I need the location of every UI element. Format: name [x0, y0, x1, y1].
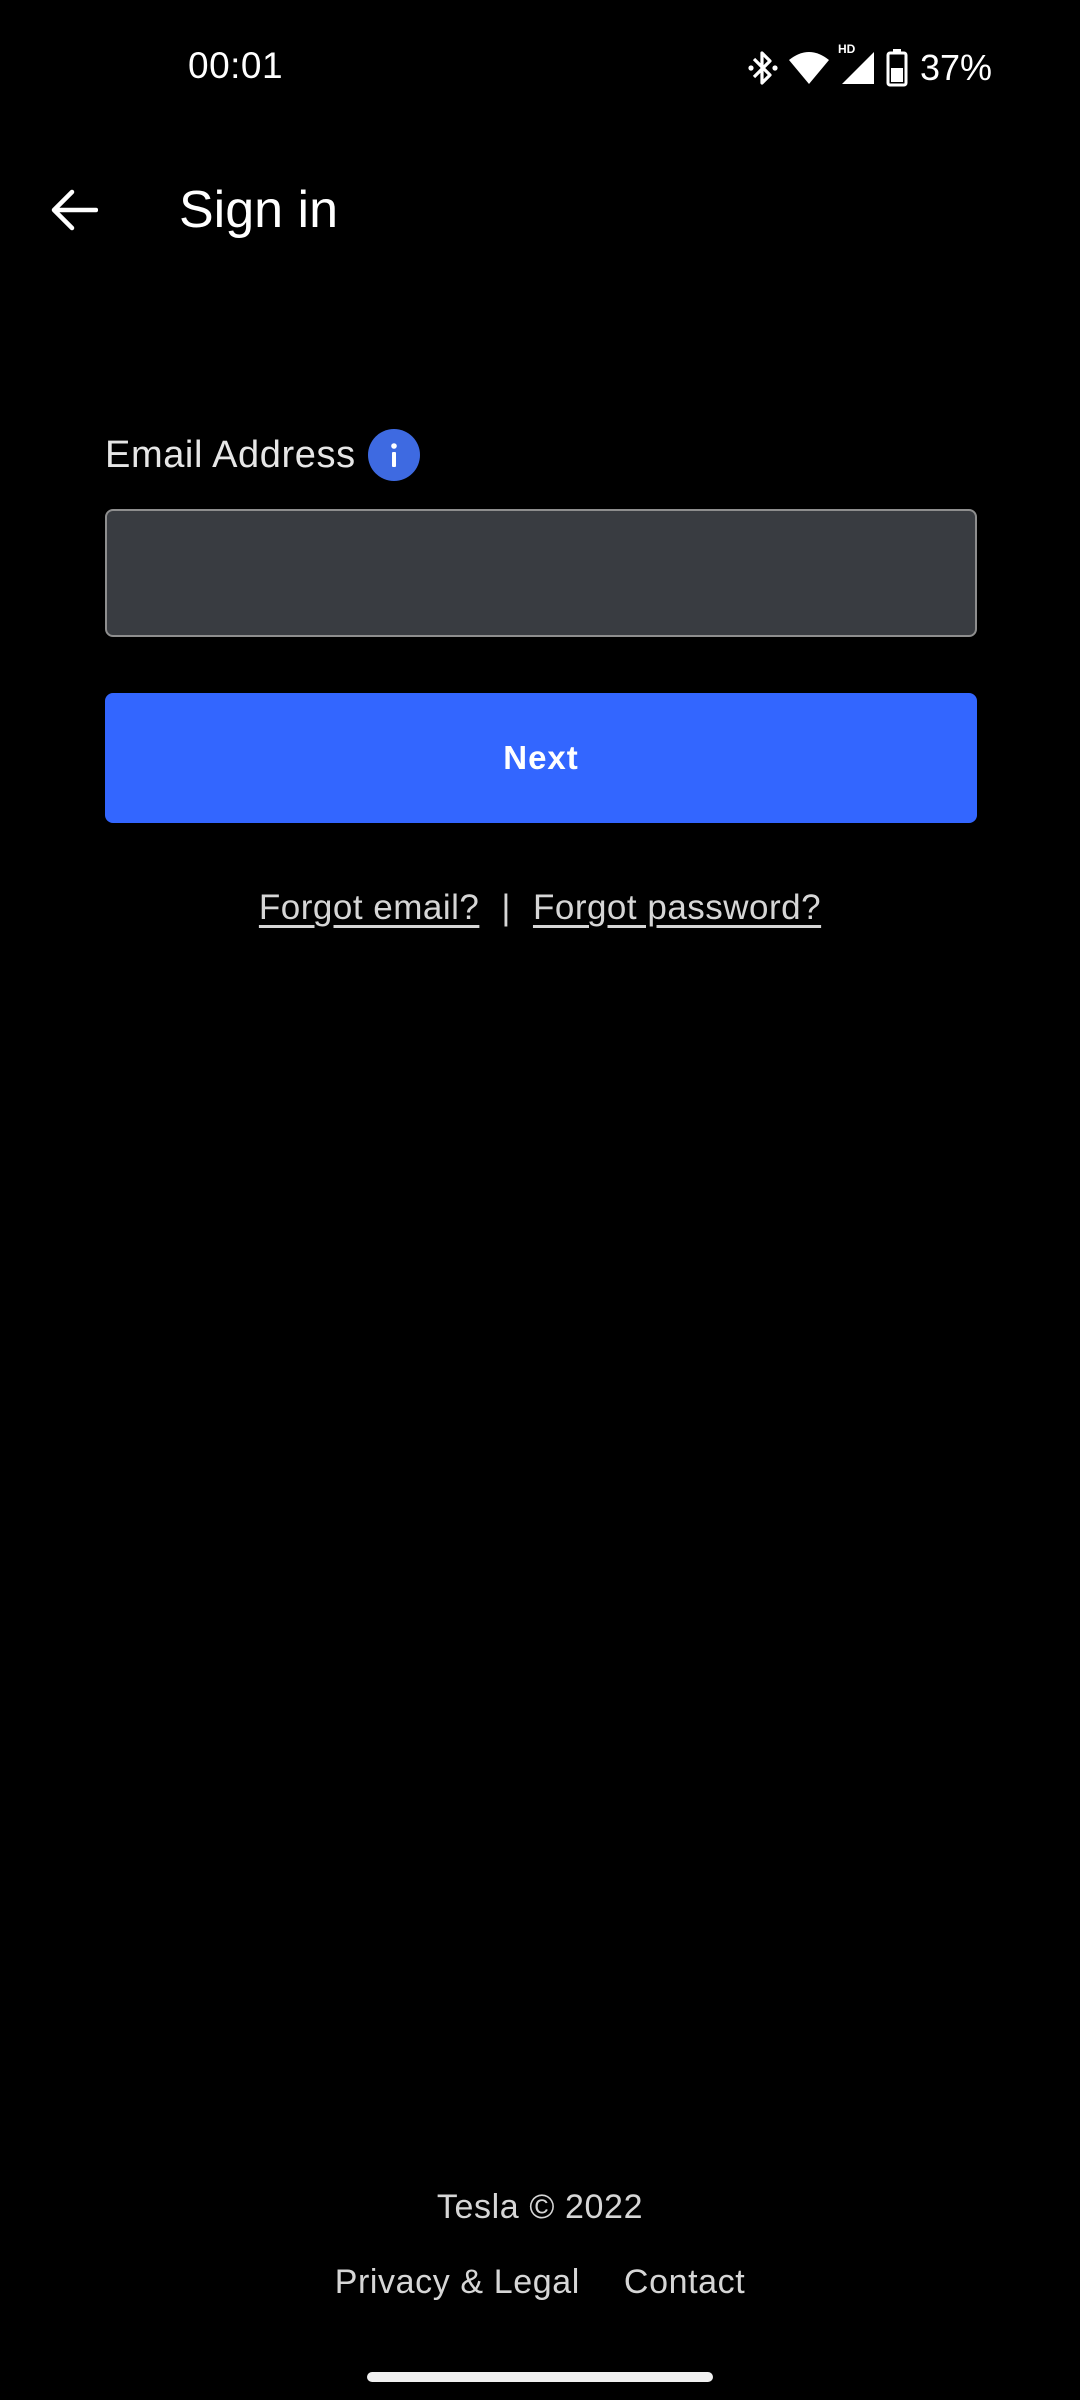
next-button[interactable]: Next — [105, 693, 977, 823]
footer-links: Privacy & Legal Contact — [0, 2263, 1080, 2302]
wifi-icon — [788, 50, 830, 86]
privacy-legal-link[interactable]: Privacy & Legal — [335, 2263, 580, 2302]
info-icon[interactable] — [367, 429, 420, 481]
battery-icon — [886, 49, 908, 87]
email-input[interactable] — [105, 509, 977, 637]
status-time: 00:01 — [188, 45, 284, 86]
status-icons: HD 37% — [748, 42, 992, 92]
cell-signal-icon: HD — [838, 42, 876, 86]
app-bar: Sign in — [0, 160, 1080, 260]
contact-link[interactable]: Contact — [624, 2263, 745, 2302]
email-label: Email Address — [105, 433, 356, 476]
forgot-password-link[interactable]: Forgot password? — [533, 888, 821, 928]
page-title: Sign in — [179, 181, 338, 239]
bluetooth-icon — [748, 48, 778, 88]
forgot-links: Forgot email? | Forgot password? — [0, 888, 1080, 928]
forgot-email-link[interactable]: Forgot email? — [259, 888, 479, 928]
home-indicator[interactable] — [367, 2372, 713, 2382]
forgot-separator: | — [501, 888, 511, 927]
copyright-text: Tesla © 2022 — [436, 2188, 644, 2226]
status-bar: 00:01 HD 37% — [0, 0, 1080, 135]
battery-percent: 37% — [919, 47, 992, 88]
back-button[interactable] — [32, 170, 116, 254]
hd-icon: HD — [837, 42, 856, 56]
email-label-row: Email Address — [105, 425, 420, 485]
arrow-left-icon — [50, 188, 99, 237]
